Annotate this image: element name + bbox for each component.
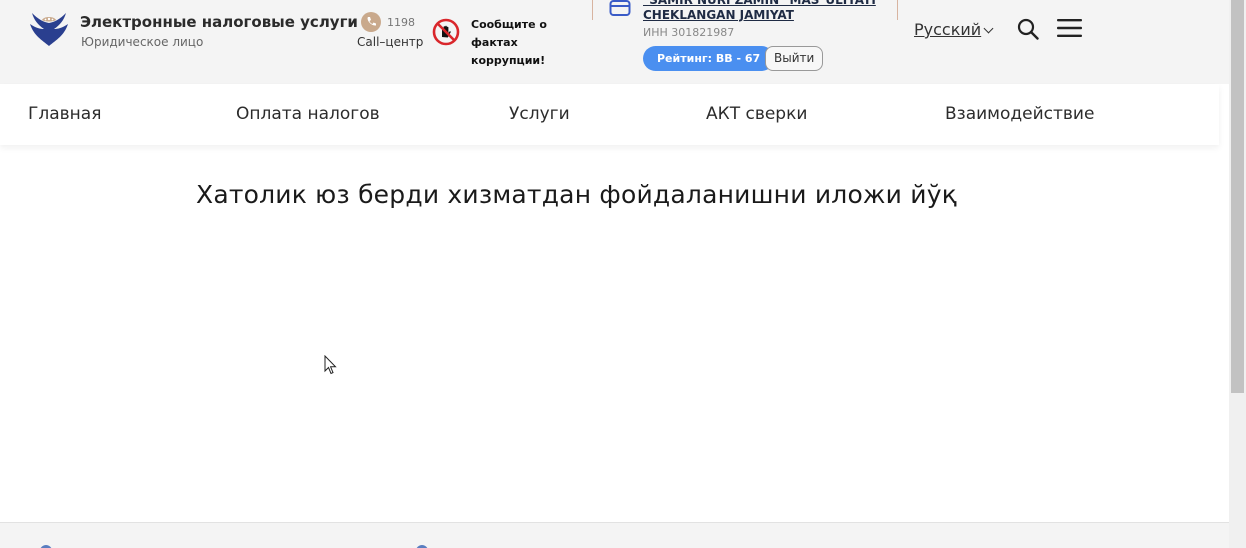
header: Электронные налоговые услуги Юридическое… xyxy=(0,0,1229,84)
nav-item-services[interactable]: Услуги xyxy=(509,104,570,124)
main-nav: Главная Оплата налогов Услуги АКТ сверки… xyxy=(0,84,1219,145)
stop-hand-icon xyxy=(432,18,460,46)
call-center-link[interactable]: 1198 Call–центр xyxy=(357,12,424,52)
divider xyxy=(897,0,898,20)
brand-title: Электронные налоговые услуги xyxy=(80,13,358,31)
company-name-line2: CHEKLANGAN JAMIYAT xyxy=(643,8,794,22)
call-number: 1198 xyxy=(387,16,415,29)
footer xyxy=(0,522,1229,548)
mouse-cursor-icon xyxy=(324,355,337,375)
language-label: Русский xyxy=(914,20,982,39)
divider xyxy=(592,0,593,20)
rating-badge[interactable]: Рейтинг: BB - 67 xyxy=(643,46,775,71)
scrollbar-thumb[interactable] xyxy=(1231,0,1244,393)
call-label: Call–центр xyxy=(357,35,424,49)
company-name-line1: "SAMIR NURI ZAMIN" MAS`ULIYATI xyxy=(643,0,876,7)
wallet-icon xyxy=(609,0,631,16)
search-icon[interactable] xyxy=(1017,18,1039,40)
nav-item-home[interactable]: Главная xyxy=(28,104,101,124)
eagle-logo-icon[interactable] xyxy=(28,10,70,48)
hamburger-menu-icon[interactable] xyxy=(1057,18,1082,38)
nav-item-tax-payment[interactable]: Оплата налогов xyxy=(236,104,380,124)
brand-subtitle: Юридическое лицо xyxy=(81,35,204,49)
phone-icon xyxy=(361,12,381,32)
nav-item-interaction[interactable]: Взаимодействие xyxy=(945,104,1094,124)
report-corruption-link[interactable]: Сообщите о фактах коррупции! xyxy=(432,14,584,67)
report-corruption-text: Сообщите о фактах коррупции! xyxy=(471,18,547,67)
company-name-link[interactable]: "SAMIR NURI ZAMIN" MAS`ULIYATI CHEKLANGA… xyxy=(643,0,876,23)
language-selector[interactable]: Русский xyxy=(914,20,994,39)
error-message: Хатолик юз берди хизматдан фойдаланишни … xyxy=(196,180,957,209)
inn-number: ИНН 301821987 xyxy=(643,26,735,39)
nav-item-reconciliation-act[interactable]: АКТ сверки xyxy=(706,104,807,124)
chevron-down-icon xyxy=(983,23,994,34)
logout-button[interactable]: Выйти xyxy=(765,46,824,71)
